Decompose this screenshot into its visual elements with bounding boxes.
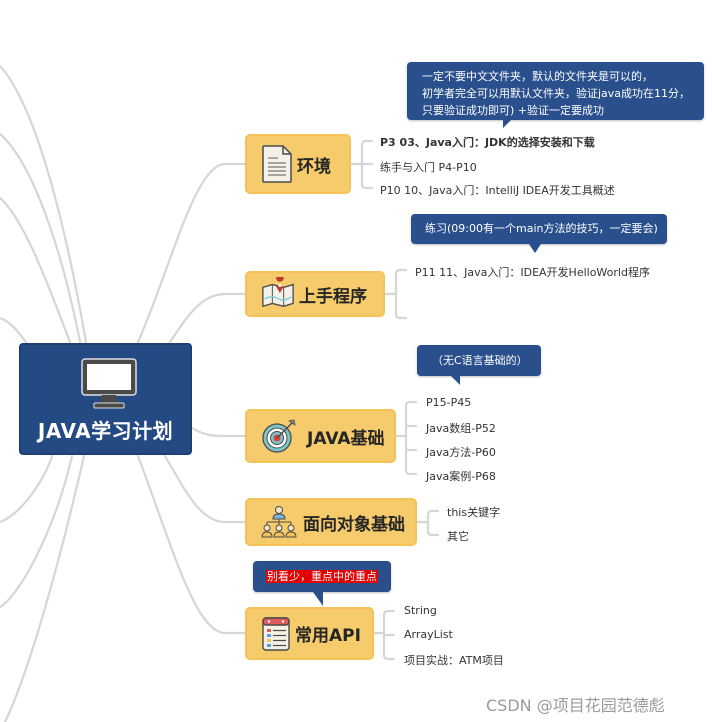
note-text: （无C语言基础的）: [432, 354, 528, 367]
connector-root-basics: [190, 426, 248, 438]
leaf-item[interactable]: Java案例-P68: [426, 468, 496, 484]
leaf-item[interactable]: 项目实战：ATM项目: [404, 652, 504, 668]
connector-root-env: [136, 162, 248, 344]
connector-root-start: [168, 292, 248, 344]
leaf-item[interactable]: ArrayList: [404, 628, 453, 641]
org-chart-icon: [261, 506, 297, 538]
note-line: 一定不要中文文件夹，默认的文件夹是可以的，: [422, 70, 653, 83]
connector-offscreen-1: [0, 64, 88, 344]
monitor-icon: [81, 358, 137, 409]
document-icon: [262, 145, 292, 183]
note-line: 只要验证成功即可) +验证一定要成功: [422, 104, 605, 117]
note-callout-java-basics: （无C语言基础的）: [417, 345, 541, 385]
map-pin-icon: [262, 277, 294, 308]
bracket-api: [372, 609, 396, 661]
leaf-item[interactable]: P15-P45: [426, 396, 471, 409]
topic-common-api[interactable]: 常用API: [245, 607, 374, 660]
bracket-basics: [394, 400, 418, 476]
leaf-item[interactable]: Java数组-P52: [426, 420, 496, 436]
connector-root-oop: [163, 454, 248, 524]
root-node[interactable]: JAVA学习计划: [19, 343, 192, 455]
connector-offscreen-6: [0, 454, 74, 609]
connector-offscreen-5: [0, 454, 54, 524]
leaf-item[interactable]: this关键字: [447, 504, 500, 520]
root-title: JAVA学习计划: [37, 419, 174, 443]
topic-title: 常用API: [295, 626, 361, 646]
highlighted-note-text: 别看少，重点中的重点: [266, 570, 378, 583]
leaf-item[interactable]: P11 11、Java入门：IDEA开发HelloWorld程序: [415, 264, 650, 280]
bracket-env: [348, 139, 374, 190]
note-callout-common-api: 别看少，重点中的重点: [253, 561, 391, 606]
note-line: 初学者完全可以用默认文件夹，验证java成功在11分，: [422, 87, 691, 100]
connector-offscreen-4: [0, 316, 28, 344]
topic-title: 环境: [297, 156, 331, 177]
topic-environment[interactable]: 环境: [245, 134, 351, 194]
checklist-icon: [262, 616, 290, 651]
leaf-item[interactable]: Java方法-P60: [426, 444, 496, 460]
connector-offscreen-2: [0, 132, 82, 344]
leaf-item[interactable]: P3 03、Java入门：JDK的选择安装和下载: [380, 134, 595, 150]
topic-title: 面向对象基础: [303, 514, 405, 535]
topic-title: 上手程序: [299, 286, 367, 307]
note-callout-environment: 一定不要中文文件夹，默认的文件夹是可以的， 初学者完全可以用默认文件夹，验证ja…: [407, 62, 704, 128]
watermark: CSDN @项目花园范德彪: [486, 696, 665, 715]
topic-java-basics[interactable]: JAVA基础: [245, 409, 396, 463]
bracket-oop: [415, 509, 440, 537]
topic-title: JAVA基础: [307, 428, 385, 449]
leaf-item[interactable]: P10 10、Java入门：IntelliJ IDEA开发工具概述: [380, 182, 615, 198]
note-text: 练习(09:00有一个main方法的技巧，一定要会): [425, 222, 658, 235]
bracket-start: [383, 268, 408, 320]
connector-offscreen-3: [0, 196, 72, 344]
topic-oop-basics[interactable]: 面向对象基础: [245, 498, 417, 546]
leaf-item[interactable]: 其它: [447, 528, 469, 544]
note-callout-first-program: 练习(09:00有一个main方法的技巧，一定要会): [411, 214, 667, 253]
topic-first-program[interactable]: 上手程序: [245, 271, 385, 317]
leaf-item[interactable]: 练手与入门 P4-P10: [380, 159, 477, 175]
leaf-item[interactable]: String: [404, 604, 437, 617]
connector-root-api: [136, 454, 248, 635]
target-icon: [262, 419, 296, 453]
